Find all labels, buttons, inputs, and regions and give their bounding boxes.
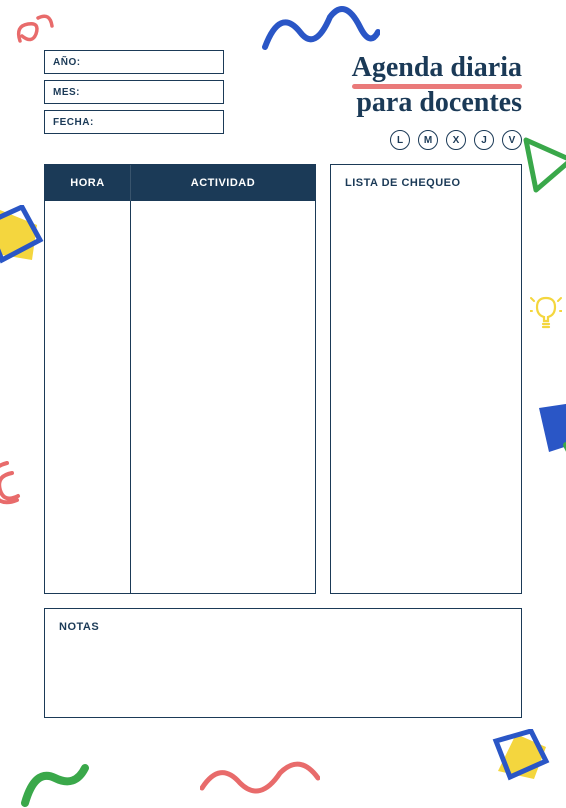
month-label: MES: bbox=[53, 87, 80, 98]
header-row: AÑO: MES: FECHA: Agenda diaria para doce… bbox=[44, 50, 522, 150]
checklist-title: LISTA DE CHEQUEO bbox=[345, 177, 507, 189]
title-block: Agenda diaria para docentes L M X J V bbox=[244, 50, 522, 150]
schedule-box: HORA ACTIVIDAD bbox=[44, 164, 316, 594]
notes-box[interactable]: NOTAS bbox=[44, 608, 522, 718]
title-line-1: Agenda diaria bbox=[244, 50, 522, 85]
date-label: FECHA: bbox=[53, 117, 94, 128]
weekday-v[interactable]: V bbox=[502, 130, 522, 150]
weekday-x[interactable]: X bbox=[446, 130, 466, 150]
actividad-column-body[interactable] bbox=[131, 201, 315, 593]
hora-column-body[interactable] bbox=[45, 201, 131, 593]
title-line-2: para docentes bbox=[244, 85, 522, 120]
checklist-box[interactable]: LISTA DE CHEQUEO bbox=[330, 164, 522, 594]
weekday-j[interactable]: J bbox=[474, 130, 494, 150]
weekday-selector: L M X J V bbox=[244, 130, 522, 150]
month-field[interactable]: MES: bbox=[44, 80, 224, 104]
year-field[interactable]: AÑO: bbox=[44, 50, 224, 74]
notes-title: NOTAS bbox=[59, 621, 507, 633]
schedule-header: HORA ACTIVIDAD bbox=[45, 165, 315, 201]
date-fields: AÑO: MES: FECHA: bbox=[44, 50, 224, 134]
year-label: AÑO: bbox=[53, 57, 81, 68]
weekday-m[interactable]: M bbox=[418, 130, 438, 150]
schedule-body[interactable] bbox=[45, 201, 315, 593]
date-field[interactable]: FECHA: bbox=[44, 110, 224, 134]
weekday-l[interactable]: L bbox=[390, 130, 410, 150]
actividad-column-header: ACTIVIDAD bbox=[131, 165, 315, 201]
hora-column-header: HORA bbox=[45, 165, 131, 201]
main-grid: HORA ACTIVIDAD LISTA DE CHEQUEO bbox=[44, 164, 522, 594]
